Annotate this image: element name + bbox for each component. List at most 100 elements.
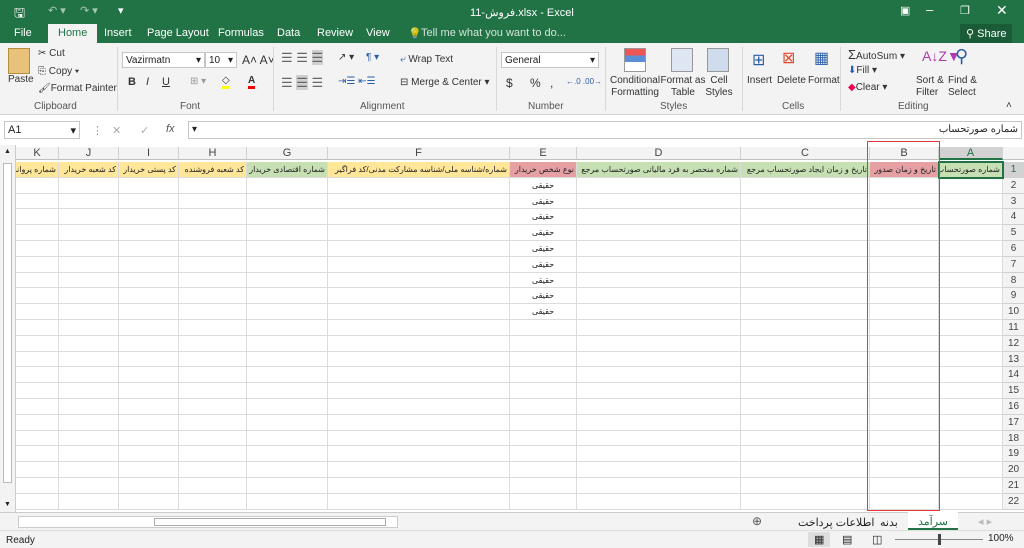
cell[interactable] bbox=[119, 320, 179, 336]
cell[interactable] bbox=[119, 383, 179, 399]
row-header[interactable]: 2 bbox=[1003, 177, 1024, 194]
cell[interactable] bbox=[179, 177, 247, 194]
cell[interactable] bbox=[119, 335, 179, 352]
undo-icon[interactable]: ↶ ▾ bbox=[48, 4, 66, 17]
decimal-icons[interactable]: ←.0 .00→ bbox=[566, 77, 602, 86]
cell[interactable] bbox=[119, 288, 179, 305]
cell[interactable] bbox=[939, 225, 1003, 241]
cell[interactable] bbox=[510, 320, 577, 336]
row-header[interactable]: 5 bbox=[1003, 225, 1024, 241]
cell[interactable]: حقیقی bbox=[510, 241, 577, 257]
header-cell[interactable]: کد شعبه خریدار bbox=[59, 162, 119, 178]
row-header[interactable]: 21 bbox=[1003, 478, 1024, 494]
cell[interactable] bbox=[741, 446, 870, 463]
cell[interactable] bbox=[247, 193, 328, 210]
cell[interactable] bbox=[939, 383, 1003, 399]
cell[interactable] bbox=[939, 462, 1003, 478]
cell[interactable] bbox=[59, 414, 119, 431]
column-header-H[interactable]: H bbox=[179, 147, 247, 160]
cell[interactable] bbox=[247, 446, 328, 463]
cell[interactable]: حقیقی bbox=[510, 177, 577, 194]
scrollbar-thumb[interactable] bbox=[3, 163, 12, 483]
cell[interactable] bbox=[59, 335, 119, 352]
cell[interactable] bbox=[179, 209, 247, 226]
row-header[interactable]: 3 bbox=[1003, 193, 1024, 210]
insert-button[interactable]: Insert bbox=[747, 75, 772, 86]
save-icon[interactable]: 🖫 bbox=[14, 4, 25, 26]
cell[interactable] bbox=[577, 320, 741, 336]
row-header[interactable]: 20 bbox=[1003, 462, 1024, 478]
cell[interactable] bbox=[328, 304, 510, 320]
cell[interactable] bbox=[741, 478, 870, 494]
cell[interactable] bbox=[939, 209, 1003, 226]
format-painter-button[interactable]: 🖌Format Painter bbox=[38, 83, 117, 94]
cell[interactable] bbox=[16, 320, 59, 336]
cell[interactable] bbox=[16, 193, 59, 210]
cell[interactable] bbox=[741, 493, 870, 510]
cell[interactable] bbox=[741, 193, 870, 210]
cell[interactable] bbox=[59, 304, 119, 320]
cell[interactable] bbox=[179, 383, 247, 399]
cell[interactable] bbox=[179, 446, 247, 463]
cell[interactable] bbox=[119, 209, 179, 226]
orientation-icon[interactable]: ↗ ▾ bbox=[338, 52, 354, 63]
cell[interactable] bbox=[59, 383, 119, 399]
row-header[interactable]: 4 bbox=[1003, 209, 1024, 226]
cell[interactable] bbox=[59, 193, 119, 210]
zoom-slider-handle[interactable] bbox=[938, 534, 941, 545]
cell[interactable] bbox=[16, 335, 59, 352]
column-header-F[interactable]: F bbox=[328, 147, 510, 160]
cell[interactable] bbox=[16, 351, 59, 368]
cell[interactable] bbox=[577, 367, 741, 384]
cell[interactable] bbox=[741, 209, 870, 226]
header-cell[interactable]: کد پستی خریدار bbox=[119, 162, 179, 178]
cell[interactable] bbox=[16, 288, 59, 305]
cell[interactable] bbox=[577, 462, 741, 478]
font-color-icon[interactable]: A bbox=[248, 75, 256, 89]
copy-button[interactable]: ⎘ Copy ▾ bbox=[38, 66, 79, 77]
cell[interactable] bbox=[328, 383, 510, 399]
cell[interactable] bbox=[577, 446, 741, 463]
cell[interactable] bbox=[510, 367, 577, 384]
cell[interactable]: حقیقی bbox=[510, 209, 577, 226]
cell[interactable] bbox=[247, 256, 328, 273]
format-as-table-button[interactable]: Format as Table bbox=[660, 75, 706, 99]
cell[interactable] bbox=[119, 446, 179, 463]
cell[interactable] bbox=[179, 367, 247, 384]
cell[interactable] bbox=[16, 241, 59, 257]
row-header[interactable]: 18 bbox=[1003, 430, 1024, 447]
cell[interactable]: حقیقی bbox=[510, 256, 577, 273]
header-cell[interactable]: تاریخ و زمان ایجاد صورتحساب مرجع bbox=[741, 162, 870, 178]
cell[interactable] bbox=[577, 383, 741, 399]
cell[interactable] bbox=[939, 335, 1003, 352]
cell[interactable] bbox=[577, 478, 741, 494]
cell[interactable] bbox=[179, 399, 247, 415]
font-name-select[interactable]: Vazirmatn ▾ bbox=[122, 52, 205, 68]
fill-color-icon[interactable]: ◇ bbox=[222, 75, 230, 89]
cell[interactable] bbox=[16, 414, 59, 431]
grow-font-icon[interactable]: A˄ A˅ bbox=[242, 53, 275, 67]
cell[interactable] bbox=[59, 256, 119, 273]
scroll-up-icon[interactable]: ▲ bbox=[4, 148, 11, 155]
cell[interactable] bbox=[577, 193, 741, 210]
sort-filter-button[interactable]: Sort & Filter bbox=[916, 75, 946, 99]
zoom-level[interactable]: 100% bbox=[988, 533, 1014, 544]
cell[interactable] bbox=[59, 399, 119, 415]
redo-icon[interactable]: ↷ ▾ bbox=[80, 4, 98, 17]
sheet-tab-header[interactable]: سرآمد bbox=[908, 512, 959, 530]
cell[interactable] bbox=[577, 225, 741, 241]
cell[interactable] bbox=[328, 177, 510, 194]
conditional-formatting-button[interactable]: Conditional Formatting bbox=[610, 75, 660, 99]
cell[interactable] bbox=[179, 478, 247, 494]
header-cell[interactable]: کد شعبه فروشنده bbox=[179, 162, 247, 178]
cell[interactable] bbox=[247, 493, 328, 510]
align-horizontal-icons[interactable]: ☰ ☰ ☰ bbox=[281, 75, 323, 91]
cell[interactable] bbox=[741, 241, 870, 257]
cell[interactable] bbox=[59, 320, 119, 336]
cell[interactable] bbox=[510, 351, 577, 368]
cell[interactable] bbox=[16, 177, 59, 194]
restore-icon[interactable]: ❐ bbox=[960, 4, 970, 17]
column-header-I[interactable]: I bbox=[119, 147, 179, 160]
cell[interactable] bbox=[577, 241, 741, 257]
cell[interactable]: حقیقی bbox=[510, 288, 577, 305]
